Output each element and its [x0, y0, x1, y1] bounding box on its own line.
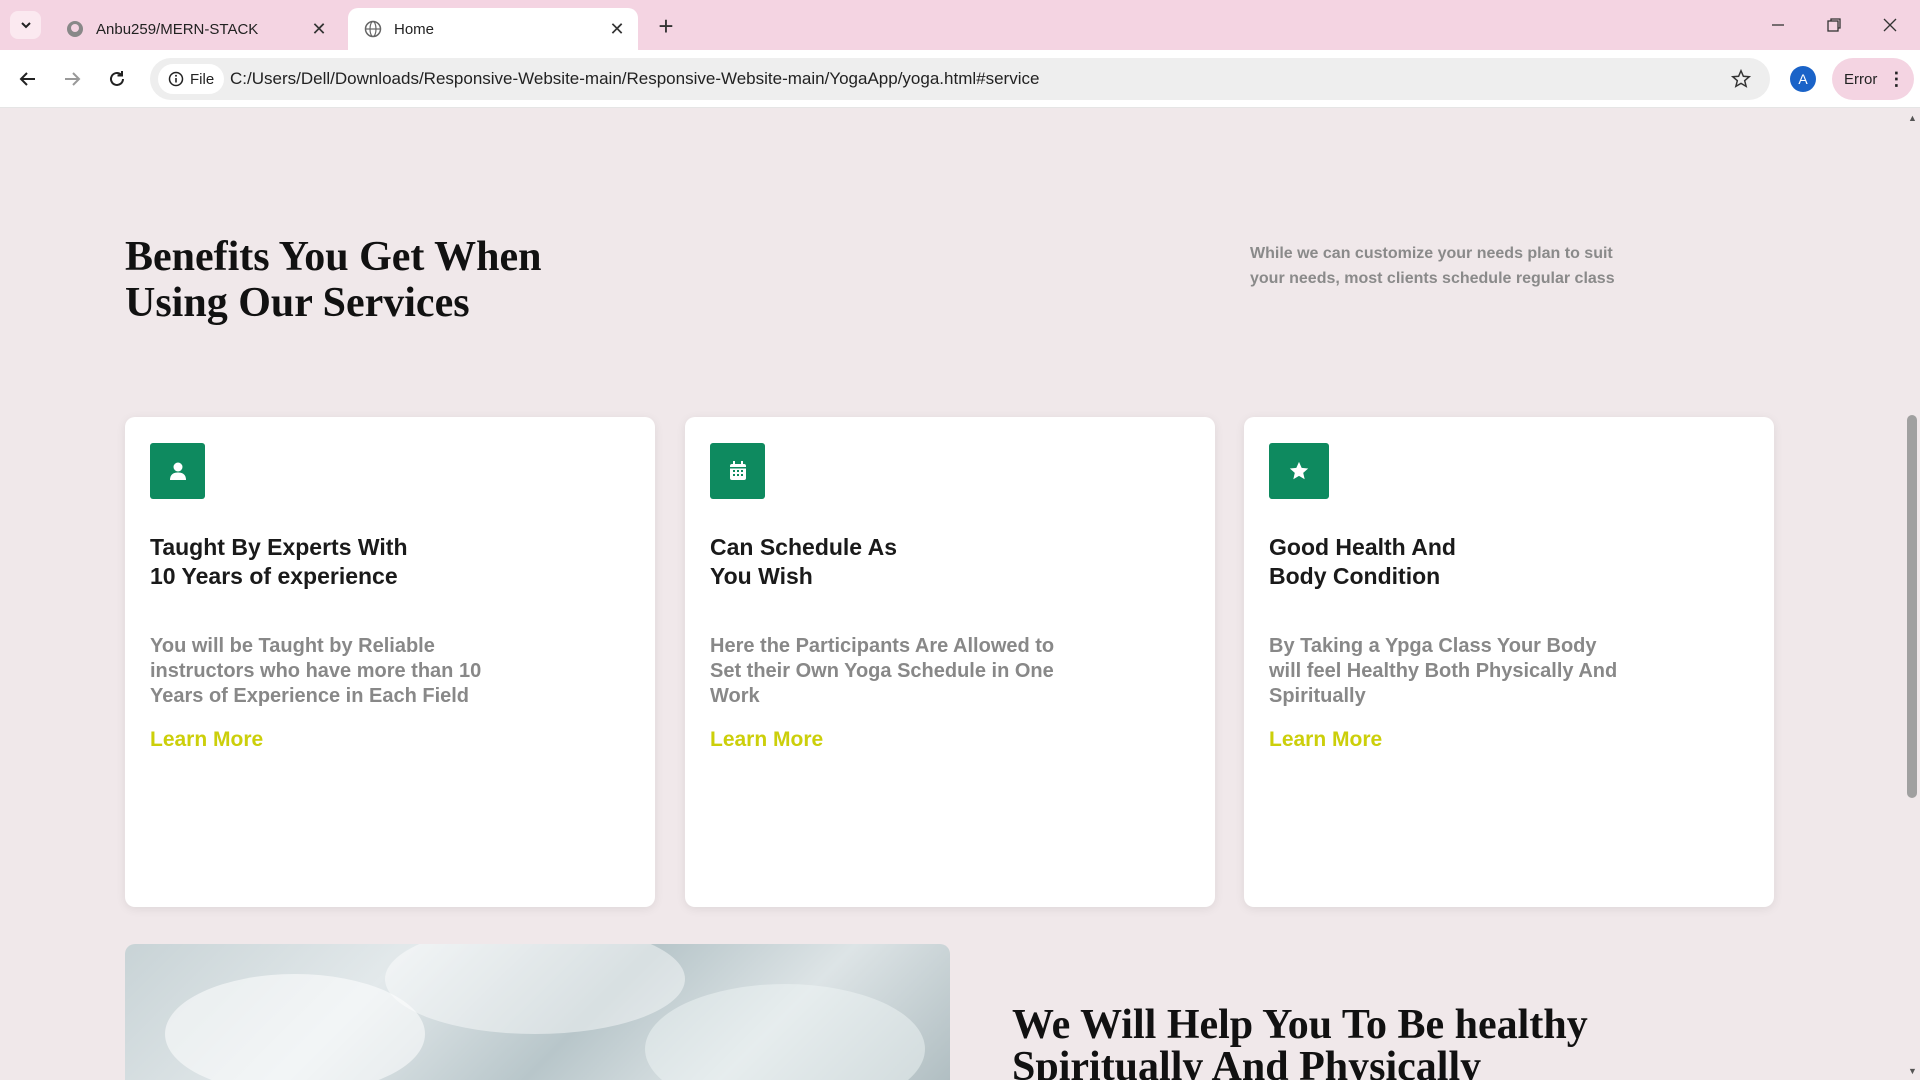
page-scrollbar[interactable]: ▲ ▼ [1904, 109, 1920, 1080]
user-icon [150, 443, 205, 499]
more-vert-icon: ⋮ [1887, 68, 1906, 89]
address-bar[interactable]: File C:/Users/Dell/Downloads/Responsive-… [150, 58, 1770, 100]
scroll-up-icon[interactable]: ▲ [1908, 113, 1917, 123]
error-label: Error [1844, 70, 1878, 88]
tab-title: Anbu259/MERN-STACK [96, 20, 259, 38]
star-icon [1269, 443, 1329, 499]
tab-strip: Anbu259/MERN-STACK ✕ Home ✕ + [0, 0, 1920, 50]
card-title-line1: Can Schedule As [710, 534, 898, 560]
info-icon [168, 71, 184, 87]
tab-search-button[interactable] [10, 11, 41, 39]
minimize-icon [1772, 24, 1784, 26]
card-title: Good Health And Body Condition [1269, 533, 1609, 591]
section-title: Benefits You Get When Using Our Services [125, 234, 542, 326]
close-icon [1883, 18, 1897, 32]
chevron-down-icon [20, 22, 31, 29]
card-title: Can Schedule As You Wish [710, 533, 1050, 591]
section-intro: While we can customize your needs plan t… [1250, 245, 1615, 287]
scroll-down-icon[interactable]: ▼ [1908, 1066, 1917, 1076]
card-title-line1: Taught By Experts With [150, 534, 408, 560]
page-viewport: Benefits You Get When Using Our Services… [0, 109, 1904, 1080]
card-title-line1: Good Health And [1269, 534, 1456, 560]
reload-icon [110, 71, 124, 86]
close-window-button[interactable] [1862, 0, 1918, 50]
reload-button[interactable] [101, 63, 133, 95]
error-menu-button[interactable]: Error ⋮ [1832, 58, 1914, 100]
card-description: Here the Participants Are Allowed to Set… [710, 635, 1055, 707]
profile-avatar[interactable]: A [1790, 66, 1816, 92]
tab-home[interactable]: Home ✕ [348, 8, 638, 50]
site-info-label: File [190, 70, 215, 88]
card-title-line2: Body Condition [1269, 563, 1441, 589]
globe-icon [364, 20, 382, 38]
calendar-icon [710, 443, 765, 499]
card-title: Taught By Experts With 10 Years of exper… [150, 533, 490, 591]
restore-icon [1827, 18, 1841, 32]
card-description: By Taking a Ypga Class Your Body will fe… [1269, 635, 1618, 707]
minimize-button[interactable] [1750, 0, 1806, 50]
forward-button[interactable] [56, 63, 88, 95]
learn-more-link[interactable]: Learn More [710, 728, 823, 752]
service-card-schedule: Can Schedule As You Wish Here the Partic… [685, 417, 1215, 907]
url-text[interactable]: C:/Users/Dell/Downloads/Responsive-Websi… [230, 69, 1039, 89]
arrow-right-icon [65, 72, 81, 86]
help-section-title: We Will Help You To Be healthy Spiritual… [1012, 1002, 1588, 1080]
new-tab-button[interactable]: + [652, 11, 680, 41]
card-title-line2: You Wish [710, 563, 813, 589]
learn-more-link[interactable]: Learn More [1269, 728, 1382, 752]
site-info-chip[interactable]: File [158, 64, 225, 94]
restore-button[interactable] [1806, 0, 1862, 50]
close-icon[interactable]: ✕ [608, 19, 626, 39]
card-title-line2: 10 Years of experience [150, 563, 398, 589]
scroll-thumb[interactable] [1907, 415, 1917, 798]
github-icon [66, 20, 84, 38]
tab-title: Home [394, 20, 435, 38]
card-description: You will be Taught by Reliable instructo… [150, 635, 482, 707]
browser-toolbar: File C:/Users/Dell/Downloads/Responsive-… [0, 50, 1920, 108]
sky-photo [125, 944, 950, 1080]
service-card-experts: Taught By Experts With 10 Years of exper… [125, 417, 655, 907]
tab-github[interactable]: Anbu259/MERN-STACK ✕ [50, 8, 340, 50]
learn-more-link[interactable]: Learn More [150, 728, 263, 752]
service-card-health: Good Health And Body Condition By Taking… [1244, 417, 1774, 907]
close-icon[interactable]: ✕ [310, 19, 328, 39]
arrow-left-icon [19, 72, 35, 86]
bookmark-star-icon[interactable] [1730, 68, 1752, 90]
back-button[interactable] [12, 63, 44, 95]
